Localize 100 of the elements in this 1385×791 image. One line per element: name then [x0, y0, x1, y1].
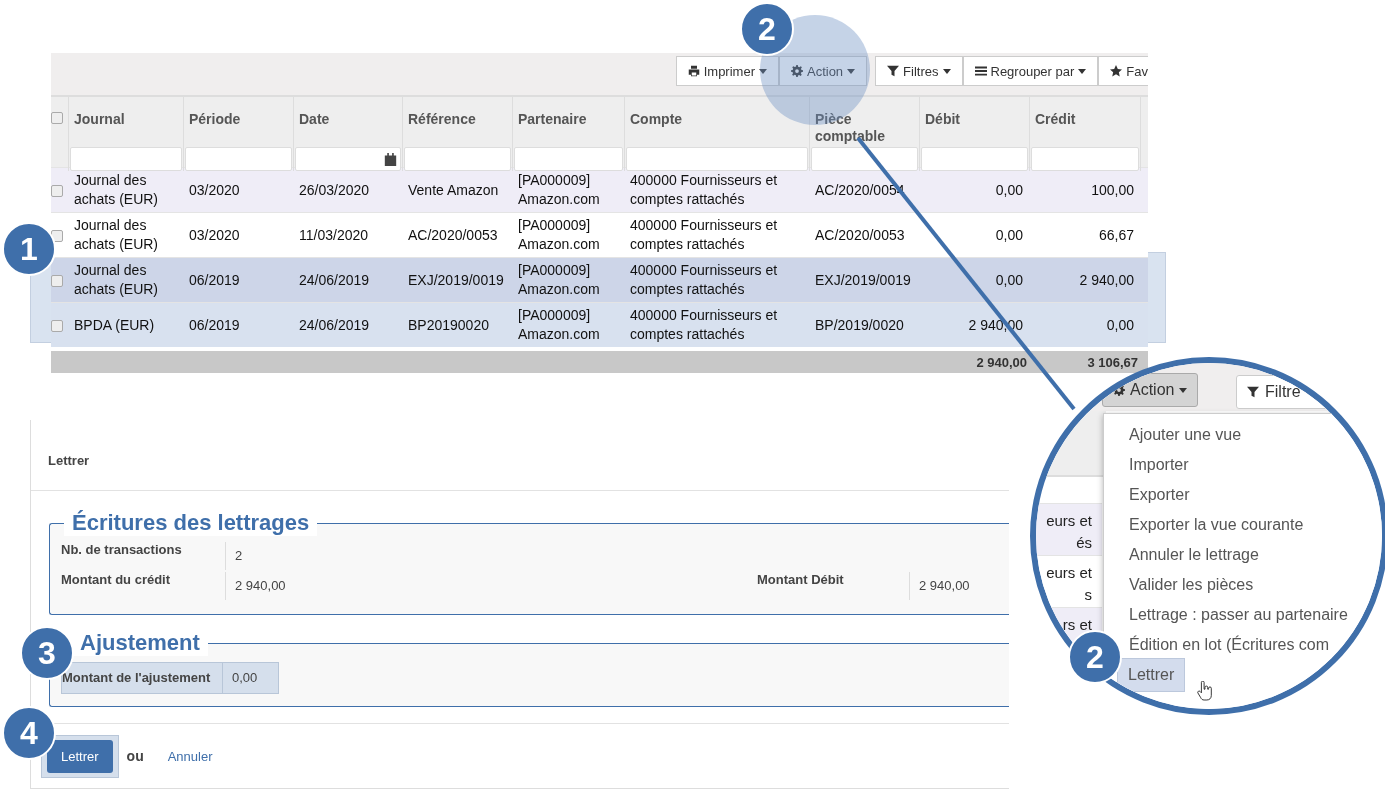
field-label: Montant de l'ajustement — [62, 670, 212, 686]
table-cell-text: 400000 Fournisseurs et comptes rattachés — [629, 306, 779, 344]
table-cell-text: AC/2020/0053 — [407, 225, 499, 245]
table-cell-text: 0,00 — [994, 180, 1024, 200]
table-cell-text: eurs et — [1046, 563, 1092, 583]
table-cell-text: 2 940,00 — [1078, 270, 1135, 290]
menu-item[interactable]: Exporter — [1127, 484, 1192, 506]
table-cell-text: 400000 Fournisseurs et comptes rattachés — [629, 216, 779, 254]
column-header[interactable]: Pièce comptable — [810, 97, 919, 144]
column-header[interactable]: Partenaire — [513, 97, 624, 144]
table-cell-text: 0,00 — [994, 270, 1024, 290]
action-button[interactable]: Action — [778, 56, 868, 86]
menu-item[interactable]: Lettrer — [1117, 658, 1186, 692]
column-header[interactable]: Date — [294, 97, 402, 144]
group-by-button[interactable]: Regrouper par — [962, 56, 1099, 86]
filter-field[interactable] — [1031, 147, 1139, 171]
table-cell-text: és — [1076, 533, 1092, 553]
filter-field[interactable] — [404, 147, 511, 171]
separator-text: ou — [126, 748, 144, 764]
table-cell-text: 03/2020 — [188, 180, 241, 200]
adjustment-field[interactable]: Montant de l'ajustement 0,00 — [61, 662, 279, 694]
caret-icon — [758, 68, 767, 74]
calendar-icon — [384, 152, 397, 166]
list-icon — [974, 65, 987, 77]
field-label: Montant Débit — [756, 572, 845, 589]
table-row[interactable]: Journal des achats (EUR) 03/2020 11/03/2020 AC/2020/0053 [PA000009] Amazon.com 400000 Fournisseurs et comptes rattachés AC/2020/0053 0,00 66,67 — [51, 212, 1148, 257]
table-cell-text: BPDA (EUR) — [73, 315, 156, 335]
table-cell-text: AC/2020/0053 — [814, 225, 906, 245]
menu-item[interactable]: Annuler le lettrage — [1127, 544, 1261, 566]
checkbox[interactable] — [51, 112, 63, 124]
menu-item[interactable]: Exporter la vue courante — [1127, 514, 1306, 536]
menu-item[interactable]: Importer — [1127, 454, 1191, 476]
table-cell-text: 24/06/2019 — [298, 270, 371, 290]
table-cell-text: 0,00 — [1105, 315, 1135, 335]
caret-icon — [1078, 68, 1087, 74]
column-header[interactable]: Période — [184, 97, 293, 144]
table-cell-text: 66,67 — [1097, 225, 1135, 245]
total-value: 2 940,00 — [975, 354, 1028, 370]
table-cell-text: eurs et — [1046, 511, 1092, 531]
step-badge: 4 — [2, 706, 56, 760]
table-cell-text: 400000 Fournisseurs et comptes rattachés — [629, 171, 779, 209]
table-cell-text: 24/06/2019 — [298, 315, 371, 335]
table-cell-text: EXJ/2019/0019 — [407, 270, 505, 290]
step-badge: 1 — [2, 222, 56, 276]
gear-icon — [790, 65, 803, 77]
table-cell-text: Journal des achats (EUR) — [73, 171, 160, 209]
table-cell-text: 400000 Fournisseurs et comptes rattachés — [629, 261, 779, 299]
filter-field[interactable] — [70, 147, 182, 171]
column-header[interactable]: Référence — [403, 97, 512, 144]
table-cell-text: EXJ/2019/0019 — [814, 270, 912, 290]
column-header[interactable]: Compte — [625, 97, 809, 144]
table-row[interactable]: Journal des achats (EUR) 06/2019 24/06/2019 EXJ/2019/0019 [PA000009] Amazon.com 400000 Fournisseurs et comptes rattachés EXJ/2019/0019 0,00 2 940,00 — [51, 257, 1148, 302]
menu-item[interactable]: Valider les pièces — [1127, 574, 1256, 596]
table-cell-text: Vente Amazon — [407, 180, 500, 200]
checkbox[interactable] — [51, 185, 63, 197]
filter-field[interactable] — [811, 147, 918, 171]
column-header[interactable]: Crédit — [1030, 97, 1140, 144]
menu-item[interactable]: Lettrage : passer au partenaire — [1127, 604, 1350, 626]
filter-icon — [1247, 386, 1259, 398]
table-cell-text: [PA000009] Amazon.com — [517, 216, 601, 254]
cancel-link[interactable]: Annuler — [167, 748, 213, 764]
table-cell-text: BP/2019/0020 — [814, 315, 905, 335]
print-button[interactable]: Imprimer — [675, 56, 779, 86]
field-value: 2 940,00 — [225, 572, 746, 600]
total-value: 3 106,67 — [1086, 354, 1139, 370]
filter-icon — [887, 65, 900, 77]
caret-icon — [942, 68, 951, 74]
printer-icon — [687, 65, 700, 77]
checkbox[interactable] — [51, 320, 63, 332]
dialog-title: Lettrer — [31, 420, 1009, 491]
table-cell-text: Journal des achats (EUR) — [73, 216, 160, 254]
checkbox[interactable] — [51, 230, 63, 242]
column-header[interactable]: Débit — [920, 97, 1029, 144]
hand-cursor-icon — [1196, 681, 1214, 701]
filter-field[interactable] — [514, 147, 623, 171]
menu-item[interactable]: Ajouter une vue — [1127, 424, 1244, 446]
filter-field[interactable] — [185, 147, 292, 171]
column-header[interactable]: Journal — [69, 97, 183, 144]
table-cell-text: 0,00 — [994, 225, 1024, 245]
field-value: 2 — [225, 542, 1009, 570]
table-cell-text: 06/2019 — [188, 315, 241, 335]
favorites-button[interactable]: Fav — [1098, 56, 1148, 86]
filter-field[interactable] — [295, 147, 401, 171]
filter-field[interactable] — [626, 147, 808, 171]
table-cell-text: [PA000009] Amazon.com — [517, 171, 601, 209]
menu-item[interactable]: Édition en lot (Écritures com — [1127, 634, 1332, 656]
table-cell-text: 11/03/2020 — [298, 225, 370, 245]
table-cell-text: 100,00 — [1090, 180, 1135, 200]
filter-field[interactable] — [921, 147, 1028, 171]
table-cell-text: 06/2019 — [188, 270, 241, 290]
filters-button[interactable]: Filtres — [875, 56, 963, 86]
lettrer-button[interactable]: Lettrer — [47, 739, 113, 773]
gear-icon — [1113, 384, 1125, 396]
action-button[interactable]: Action — [1102, 373, 1198, 407]
table-cell-text: Journal des achats (EUR) — [73, 261, 160, 299]
checkbox[interactable] — [51, 275, 63, 287]
table-cell-text: BP20190020 — [407, 315, 490, 335]
star-icon — [1110, 65, 1123, 77]
field-value: 0,00 — [222, 663, 267, 693]
field-label: Nb. de transactions — [60, 542, 183, 559]
